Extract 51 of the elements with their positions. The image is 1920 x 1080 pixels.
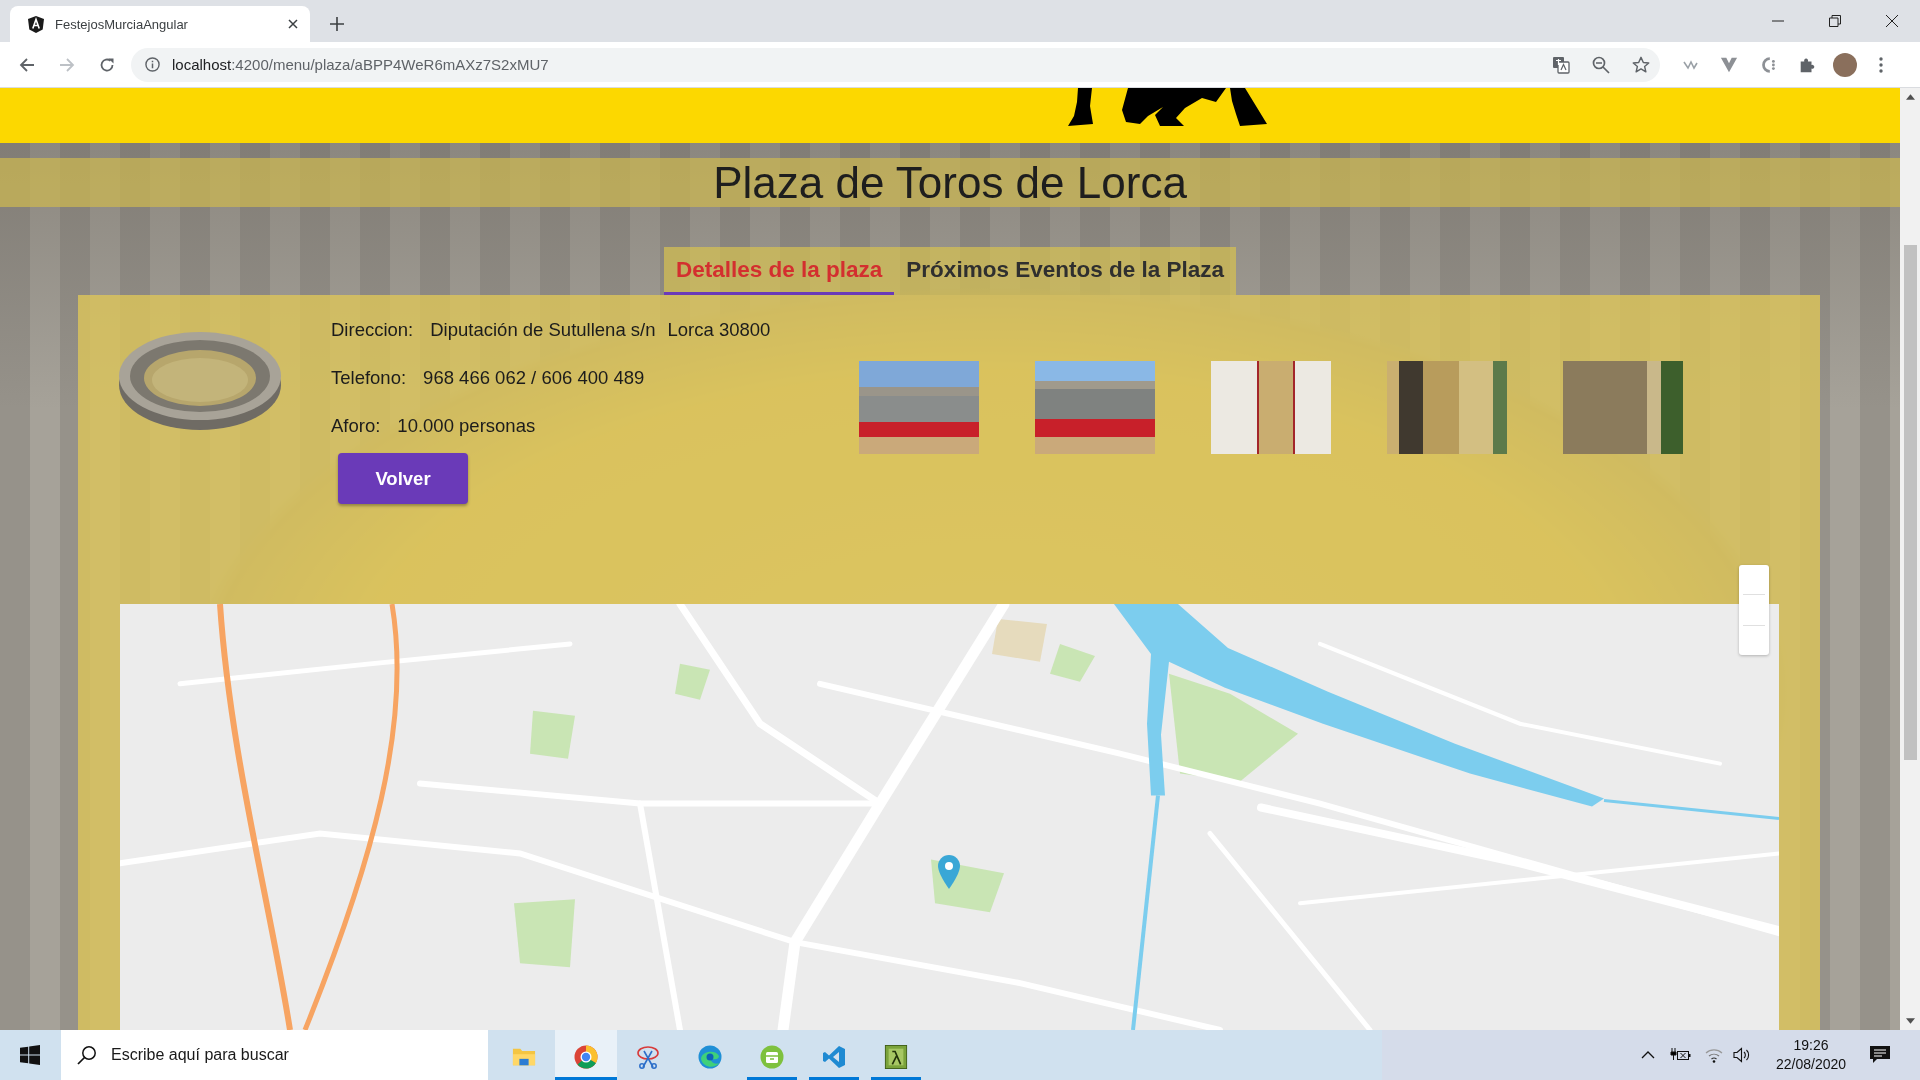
tab-title: FestejosMurciaAngular: [55, 16, 189, 32]
taskbar-button[interactable]: [555, 1030, 617, 1080]
info-icon[interactable]: [145, 57, 160, 72]
field-value: 10.000 personas: [397, 415, 536, 437]
plus-icon[interactable]: [330, 17, 344, 31]
menu-icon[interactable]: [1879, 56, 1883, 73]
scroll-up-icon[interactable]: [1905, 94, 1915, 100]
zoom-out-icon[interactable]: [1592, 55, 1610, 74]
reload-icon[interactable]: [99, 56, 115, 73]
tab[interactable]: Próximos Eventos de la Plaza: [894, 247, 1236, 295]
scrollbar-thumb[interactable]: [1903, 245, 1917, 760]
wheel-icon: [574, 1044, 598, 1069]
field-value: Diputación de Sutullena s/n: [430, 319, 656, 341]
address-bar[interactable]: localhost:4200/menu/plaza/aBPP4WeR6mAXz7S2xMU7: [131, 47, 1660, 82]
page-title: Plaza de Toros de Lorca: [713, 158, 1187, 207]
close-icon[interactable]: [1885, 15, 1898, 27]
search-icon: [77, 1045, 97, 1065]
scissors-icon: [636, 1044, 660, 1069]
back-button[interactable]: Volver: [338, 453, 468, 504]
url-text: localhost:4200/menu/plaza/aBPP4WeR6mAXz7S2xMU7: [172, 56, 549, 73]
star-icon[interactable]: [1632, 55, 1650, 74]
close-icon[interactable]: [288, 19, 298, 29]
map-pin-icon: [937, 854, 961, 890]
field-label: Aforo:: [331, 415, 381, 437]
field-value: 968 466 062 / 606 400 489: [423, 367, 645, 389]
wifi-icon[interactable]: [1705, 1047, 1723, 1063]
search-field[interactable]: Escribe aquí para buscar: [61, 1030, 488, 1080]
scroll-down-icon[interactable]: [1905, 1018, 1915, 1024]
v-shape-icon[interactable]: [1720, 55, 1738, 74]
field-label: Direccion:: [331, 319, 414, 341]
clock-time: 19:26: [1793, 1036, 1829, 1055]
ribbon-icon: [822, 1044, 846, 1069]
start-icon: [19, 1045, 40, 1065]
field-value: Lorca 30800: [667, 319, 771, 341]
swirl-icon: [698, 1044, 722, 1069]
back-icon[interactable]: [19, 56, 35, 73]
lambda-icon: [884, 1044, 908, 1069]
c-dots-icon[interactable]: [1759, 55, 1777, 74]
battery-icon[interactable]: [1669, 1048, 1691, 1062]
chevron-up-icon[interactable]: [1641, 1050, 1655, 1060]
browser-tab[interactable]: FestejosMurciaAngular: [10, 6, 310, 42]
box-circle-icon: [760, 1044, 784, 1069]
volume-icon[interactable]: [1733, 1047, 1751, 1063]
restore-icon[interactable]: [1828, 15, 1841, 27]
notification-icon[interactable]: [1869, 1045, 1891, 1065]
avatar-icon[interactable]: [1833, 52, 1857, 77]
scrollbar-track[interactable]: [1900, 88, 1920, 1030]
clock-date: 22/08/2020: [1775, 1055, 1847, 1074]
translate-icon[interactable]: [1552, 55, 1570, 74]
shield-icon: [28, 15, 44, 33]
field-label: Telefono:: [331, 367, 407, 389]
